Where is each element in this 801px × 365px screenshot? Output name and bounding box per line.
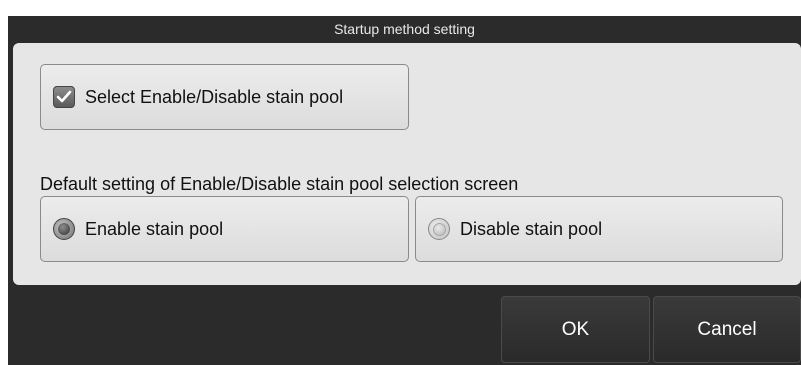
disable-stain-pool-radio[interactable]: Disable stain pool [415, 196, 783, 262]
enable-stain-pool-label: Enable stain pool [85, 218, 224, 239]
enable-stain-pool-radio[interactable]: Enable stain pool [40, 196, 409, 262]
ok-button[interactable]: OK [501, 296, 650, 363]
default-setting-label: Default setting of Enable/Disable stain … [40, 174, 519, 194]
dialog-title: Startup method setting [8, 16, 801, 42]
cancel-button[interactable]: Cancel [653, 296, 801, 363]
radio-unselected-icon [428, 218, 450, 240]
check-icon [53, 86, 75, 108]
radio-selected-icon [53, 218, 75, 240]
disable-stain-pool-label: Disable stain pool [460, 218, 603, 239]
select-enable-disable-button[interactable]: Select Enable/Disable stain pool [40, 64, 409, 130]
select-enable-disable-label: Select Enable/Disable stain pool [85, 86, 344, 107]
